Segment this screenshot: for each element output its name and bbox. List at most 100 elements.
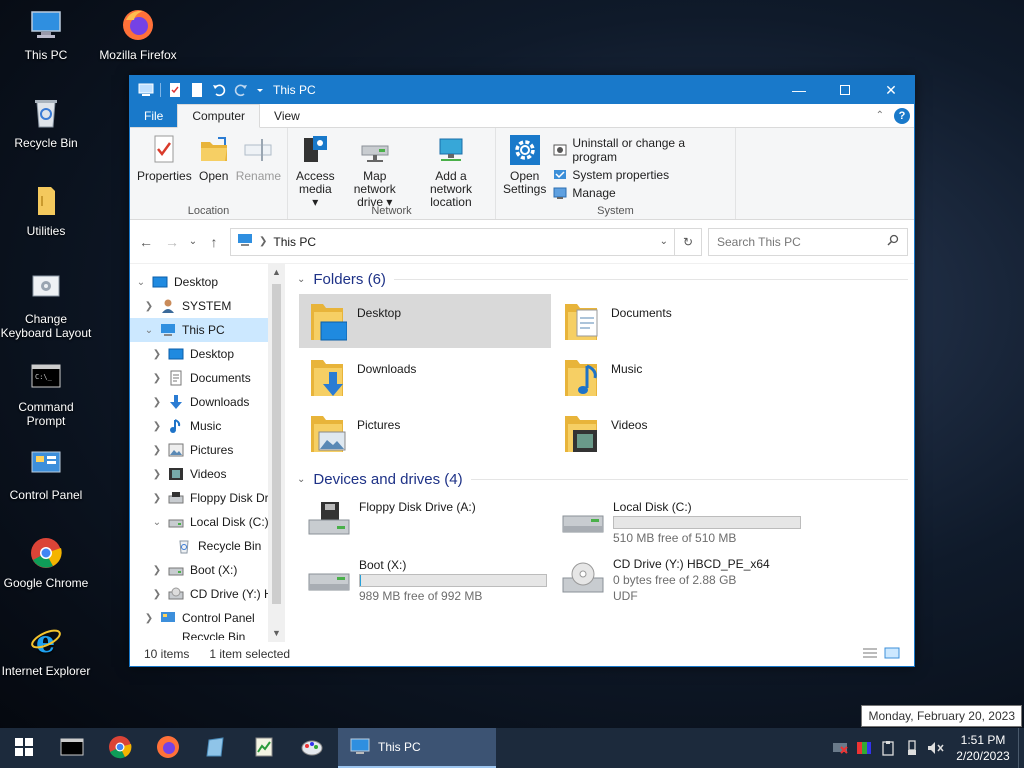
start-button[interactable] — [0, 728, 48, 768]
folder-downloads[interactable]: Downloads — [299, 350, 551, 404]
up-button[interactable]: ↑ — [204, 234, 224, 250]
nav-item-boot-x[interactable]: ❯ Boot (X:) — [130, 558, 285, 582]
customize-toolbar-icon[interactable] — [255, 82, 265, 98]
clipboard-icon[interactable] — [876, 728, 900, 768]
chevron-right-icon[interactable]: ❯ — [150, 493, 164, 504]
chevron-right-icon[interactable]: ❯ — [150, 397, 164, 408]
folder-videos[interactable]: Videos — [553, 406, 805, 460]
tab-view[interactable]: View — [260, 104, 314, 127]
nav-item-desktop[interactable]: ❯ Desktop — [130, 342, 285, 366]
drive-boot-x[interactable]: Boot (X:) 989 MB free of 992 MB — [299, 552, 551, 608]
tab-computer[interactable]: Computer — [177, 104, 261, 128]
nav-item-recycle-bin[interactable]: Recycle Bin — [130, 630, 285, 640]
folder-pictures[interactable]: Pictures — [299, 406, 551, 460]
nav-item-music[interactable]: ❯ Music — [130, 414, 285, 438]
documents-icon — [168, 370, 184, 386]
folder-desktop[interactable]: Desktop — [299, 294, 551, 348]
show-desktop-button[interactable] — [1018, 728, 1024, 768]
new-folder-icon[interactable] — [189, 82, 205, 98]
folder-documents[interactable]: Documents — [553, 294, 805, 348]
desktop-icon-change-keyboard[interactable]: Change Keyboard Layout — [0, 272, 94, 340]
close-button[interactable]: ✕ — [868, 76, 914, 104]
manage-button[interactable]: Manage — [553, 186, 731, 200]
nav-item-floppy[interactable]: ❯ Floppy Disk Dri — [130, 486, 285, 510]
chevron-down-icon[interactable]: ⌄ — [134, 277, 148, 288]
nav-item-system[interactable]: ❯ SYSTEM — [130, 294, 285, 318]
properties-icon[interactable] — [167, 82, 183, 98]
minimize-button[interactable]: — — [776, 76, 822, 104]
chevron-right-icon[interactable]: ❯ — [150, 589, 164, 600]
chevron-down-icon[interactable]: ⌄ — [150, 517, 164, 528]
redo-icon[interactable] — [233, 82, 249, 98]
nav-item-control-panel[interactable]: ❯ Control Panel — [130, 606, 285, 630]
chevron-right-icon[interactable]: ❯ — [142, 613, 156, 624]
breadcrumb-this-pc[interactable]: This PC — [273, 235, 316, 249]
scroll-up-icon[interactable]: ▲ — [268, 264, 285, 281]
chevron-right-icon[interactable]: ❯ — [150, 445, 164, 456]
refresh-button[interactable]: ↻ — [674, 227, 702, 256]
drives-section-header[interactable]: ⌄ Devices and drives (4) — [297, 464, 914, 494]
scroll-down-icon[interactable]: ▼ — [268, 625, 285, 642]
search-input[interactable] — [717, 234, 887, 249]
desktop-icon-chrome[interactable]: Google Chrome — [0, 536, 94, 590]
breadcrumb-separator-icon[interactable]: ❯ — [259, 236, 267, 247]
display-settings-icon[interactable] — [852, 728, 876, 768]
nav-item-documents[interactable]: ❯ Documents — [130, 366, 285, 390]
usb-icon[interactable] — [900, 728, 924, 768]
chevron-right-icon[interactable]: ❯ — [150, 421, 164, 432]
nav-item-this-pc[interactable]: ⌄ This PC — [130, 318, 285, 342]
chevron-down-icon[interactable]: ⌄ — [142, 325, 156, 336]
nav-item-pictures[interactable]: ❯ Pictures — [130, 438, 285, 462]
chevron-right-icon[interactable]: ❯ — [150, 469, 164, 480]
drive-floppy-a[interactable]: Floppy Disk Drive (A:) — [299, 494, 551, 550]
details-view-icon[interactable] — [862, 647, 878, 662]
chevron-right-icon[interactable]: ❯ — [150, 349, 164, 360]
system-properties-button[interactable]: System properties — [553, 168, 731, 182]
address-dropdown-icon[interactable]: ⌄ — [660, 236, 668, 247]
nav-item-cd-drive[interactable]: ❯ CD Drive (Y:) H — [130, 582, 285, 606]
chevron-right-icon[interactable]: ❯ — [150, 565, 164, 576]
search-box[interactable] — [708, 227, 908, 256]
drive-cd-y[interactable]: CD Drive (Y:) HBCD_PE_x64 0 bytes free o… — [553, 552, 805, 608]
taskbar-app-chart[interactable] — [240, 728, 288, 768]
undo-icon[interactable] — [211, 82, 227, 98]
desktop-icon-this-pc[interactable]: This PC — [0, 8, 94, 62]
taskbar-chrome[interactable] — [96, 728, 144, 768]
taskbar-command-prompt[interactable] — [48, 728, 96, 768]
network-status-icon[interactable] — [828, 728, 852, 768]
forward-button[interactable]: → — [162, 234, 182, 250]
tab-file[interactable]: File — [130, 104, 178, 127]
uninstall-program-button[interactable]: Uninstall or change a program — [553, 136, 731, 164]
folders-section-header[interactable]: ⌄ Folders (6) — [297, 264, 914, 294]
chevron-right-icon[interactable]: ❯ — [150, 373, 164, 384]
taskbar-firefox[interactable] — [144, 728, 192, 768]
recent-locations-button[interactable]: ⌄ — [188, 236, 198, 247]
taskbar-app-paint[interactable] — [288, 728, 336, 768]
chevron-right-icon[interactable]: ❯ — [142, 301, 156, 312]
nav-item-local-disk-c[interactable]: ⌄ Local Disk (C:) — [130, 510, 285, 534]
drive-local-disk-c[interactable]: Local Disk (C:) 510 MB free of 510 MB — [553, 494, 805, 550]
taskbar-clock[interactable]: 1:51 PM 2/20/2023 — [948, 732, 1018, 764]
collapse-ribbon-icon[interactable]: ⌃ — [876, 110, 884, 121]
desktop-icon-command-prompt[interactable]: C:\_ Command Prompt — [0, 360, 94, 428]
desktop-icon-internet-explorer[interactable]: e Internet Explorer — [0, 624, 94, 678]
nav-item-videos[interactable]: ❯ Videos — [130, 462, 285, 486]
folder-music[interactable]: Music — [553, 350, 805, 404]
help-icon[interactable]: ? — [894, 107, 910, 124]
nav-item-desktop-root[interactable]: ⌄ Desktop — [130, 270, 285, 294]
desktop-icon-firefox[interactable]: Mozilla Firefox — [90, 8, 186, 62]
address-bar[interactable]: ❯ This PC ⌄ — [230, 227, 675, 256]
maximize-button[interactable] — [822, 76, 868, 104]
nav-scrollbar[interactable]: ▲ ▼ — [268, 264, 285, 642]
taskbar-app-blue[interactable] — [192, 728, 240, 768]
nav-item-recycle-bin-c[interactable]: Recycle Bin — [130, 534, 285, 558]
desktop-icon-control-panel[interactable]: Control Panel — [0, 448, 94, 502]
tiles-view-icon[interactable] — [884, 647, 900, 662]
volume-muted-icon[interactable] — [924, 728, 948, 768]
scrollbar-thumb[interactable] — [272, 284, 281, 604]
back-button[interactable]: ← — [136, 234, 156, 250]
desktop-icon-utilities[interactable]: Utilities — [0, 184, 94, 238]
desktop-icon-recycle-bin[interactable]: Recycle Bin — [0, 96, 94, 150]
nav-item-downloads[interactable]: ❯ Downloads — [130, 390, 285, 414]
taskbar-task-this-pc[interactable]: This PC — [338, 728, 496, 768]
